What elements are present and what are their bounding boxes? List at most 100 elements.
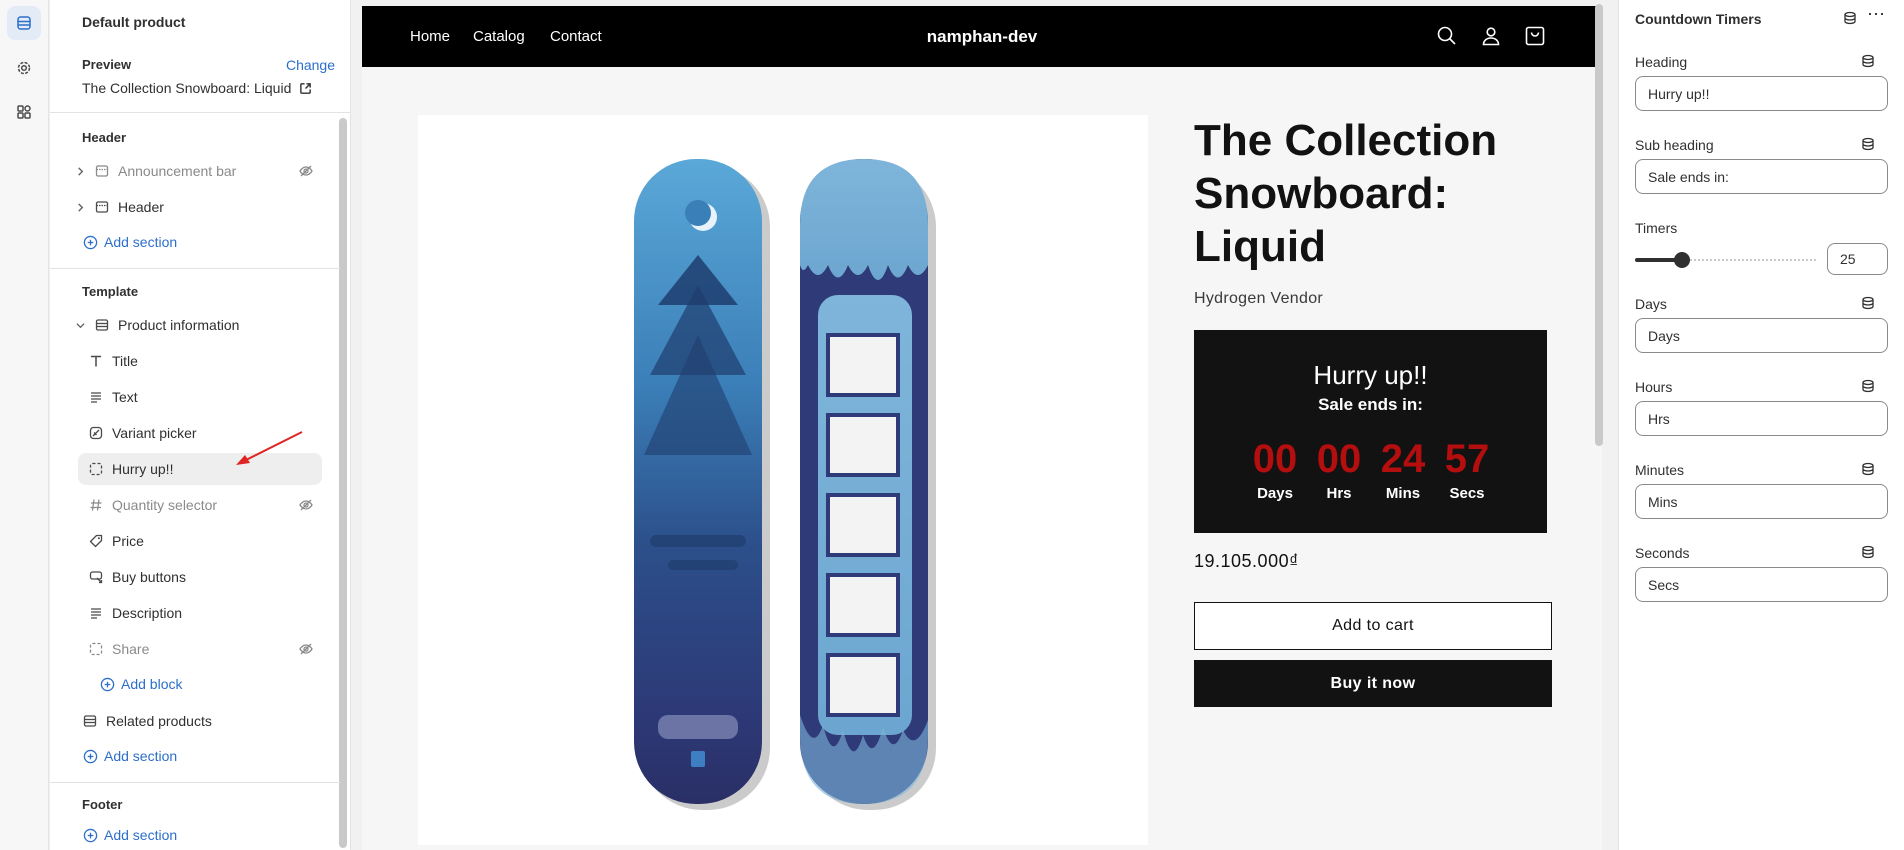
database-icon[interactable]	[1843, 11, 1857, 25]
timer-label: Hrs	[1326, 485, 1352, 502]
sections-icon	[17, 16, 31, 30]
theme-editor: Default product Preview Change The Colle…	[0, 0, 1904, 850]
cart-icon	[88, 569, 104, 585]
minutes-label: Minutes	[1635, 462, 1685, 478]
eye-off-icon[interactable]	[298, 163, 314, 179]
block-price[interactable]: Price	[78, 525, 322, 557]
store-brand[interactable]: namphan-dev	[362, 27, 1602, 47]
section-related-products[interactable]: Related products	[62, 705, 322, 737]
block-text[interactable]: Text	[78, 381, 322, 413]
gear-icon	[17, 61, 31, 75]
timers-number-input[interactable]: 25	[1827, 243, 1888, 275]
add-section-footer-button[interactable]: Add section	[83, 827, 177, 843]
add-section-template-button[interactable]: Add section	[83, 748, 177, 764]
chevron-down-icon[interactable]	[72, 317, 88, 333]
timer-label: Mins	[1385, 485, 1421, 502]
annotation-arrow-icon	[236, 431, 303, 465]
timer-value: 24	[1380, 437, 1426, 481]
variant-icon	[88, 425, 104, 441]
block-label: Quantity selector	[112, 497, 218, 513]
timer-minutes: 24 Mins	[1374, 437, 1432, 507]
block-description[interactable]: Description	[78, 597, 322, 629]
change-preview-link[interactable]: Change	[286, 57, 335, 73]
chevron-right-icon[interactable]	[72, 163, 88, 179]
plus-circle-icon	[83, 235, 98, 249]
database-icon[interactable]	[1861, 545, 1875, 559]
block-label: Price	[112, 533, 144, 549]
block-label: Hurry up!!	[112, 461, 174, 477]
hash-icon	[88, 497, 104, 513]
block-label: Variant picker	[112, 425, 197, 441]
block-icon	[88, 641, 104, 657]
seconds-input[interactable]: Secs	[1635, 567, 1888, 602]
storefront-preview: Home Catalog Contact namphan-dev The Col…	[362, 6, 1602, 850]
settings-rail-button[interactable]	[7, 51, 41, 85]
eye-off-icon[interactable]	[298, 641, 314, 657]
account-icon[interactable]	[1479, 24, 1503, 48]
product-vendor: Hydrogen Vendor	[1194, 290, 1324, 307]
block-label: Description	[112, 605, 183, 621]
section-label: Header	[118, 199, 164, 215]
heading-input[interactable]: Hurry up!!	[1635, 76, 1888, 111]
block-buy-buttons[interactable]: Buy buttons	[78, 561, 322, 593]
divider	[50, 268, 340, 269]
countdown-timer[interactable]: Hurry up!! Sale ends in: 00 Days 00 Hrs …	[1194, 330, 1547, 533]
divider	[50, 782, 340, 783]
hours-input[interactable]: Hrs	[1635, 401, 1888, 436]
timers-slider-track[interactable]	[1681, 259, 1816, 261]
search-icon[interactable]	[1435, 24, 1459, 48]
panel-title: Countdown Timers	[1635, 11, 1762, 27]
timer-seconds: 57 Secs	[1438, 437, 1496, 507]
section-label: Related products	[106, 713, 212, 729]
days-input[interactable]: Days	[1635, 318, 1888, 353]
plus-circle-icon	[83, 749, 98, 763]
block-share[interactable]: Share	[78, 633, 322, 665]
preview-label: Preview	[82, 57, 132, 72]
plus-circle-icon	[83, 828, 98, 842]
block-title[interactable]: Title	[78, 345, 322, 377]
database-icon[interactable]	[1861, 462, 1875, 476]
add-section-header-button[interactable]: Add section	[83, 234, 177, 250]
minutes-input[interactable]: Mins	[1635, 484, 1888, 519]
cart-icon[interactable]	[1523, 24, 1547, 48]
chevron-right-icon[interactable]	[72, 199, 88, 215]
buy-now-button[interactable]: Buy it now	[1194, 660, 1552, 707]
database-icon[interactable]	[1861, 379, 1875, 393]
section-announcement-bar[interactable]: Announcement bar	[62, 155, 322, 187]
database-icon[interactable]	[1861, 54, 1875, 68]
block-quantity-selector[interactable]: Quantity selector	[78, 489, 322, 521]
timer-subheading: Sale ends in:	[1318, 395, 1423, 414]
add-to-cart-button[interactable]: Add to cart	[1194, 602, 1552, 650]
preview-scrollbar[interactable]	[1595, 4, 1603, 446]
section-header[interactable]: Header	[62, 191, 322, 223]
section-product-information[interactable]: Product information	[62, 309, 322, 341]
timers-slider-thumb[interactable]	[1674, 252, 1690, 268]
product-image[interactable]	[418, 115, 1148, 845]
timer-value: 00	[1316, 437, 1362, 481]
header-group-title: Header	[82, 130, 127, 145]
icon-rail	[0, 0, 49, 850]
eye-off-icon[interactable]	[298, 497, 314, 513]
subheading-input[interactable]: Sale ends in:	[1635, 159, 1888, 194]
sections-rail-button[interactable]	[7, 6, 41, 40]
more-options-button[interactable]: ⋯	[1867, 5, 1885, 26]
subheading-label: Sub heading	[1635, 137, 1714, 153]
footer-group-title: Footer	[82, 797, 123, 812]
block-label: Title	[112, 353, 138, 369]
add-section-label: Add section	[104, 234, 178, 250]
timer-label: Secs	[1449, 485, 1485, 502]
text-icon	[88, 353, 104, 369]
price-tag-icon	[88, 533, 104, 549]
block-label: Text	[112, 389, 138, 405]
database-icon[interactable]	[1861, 296, 1875, 310]
apps-rail-button[interactable]	[7, 95, 41, 129]
preview-product[interactable]: The Collection Snowboard: Liquid	[82, 80, 312, 96]
sidebar-scrollbar[interactable]	[339, 118, 347, 848]
timer-value: 00	[1252, 437, 1298, 481]
add-block-button[interactable]: Add block	[100, 676, 182, 692]
product-title: The Collection Snowboard: Liquid	[1194, 116, 1498, 271]
external-link-icon	[300, 82, 312, 94]
block-label: Share	[112, 641, 150, 657]
database-icon[interactable]	[1861, 137, 1875, 151]
product-price: 19.105.000₫	[1194, 551, 1299, 571]
